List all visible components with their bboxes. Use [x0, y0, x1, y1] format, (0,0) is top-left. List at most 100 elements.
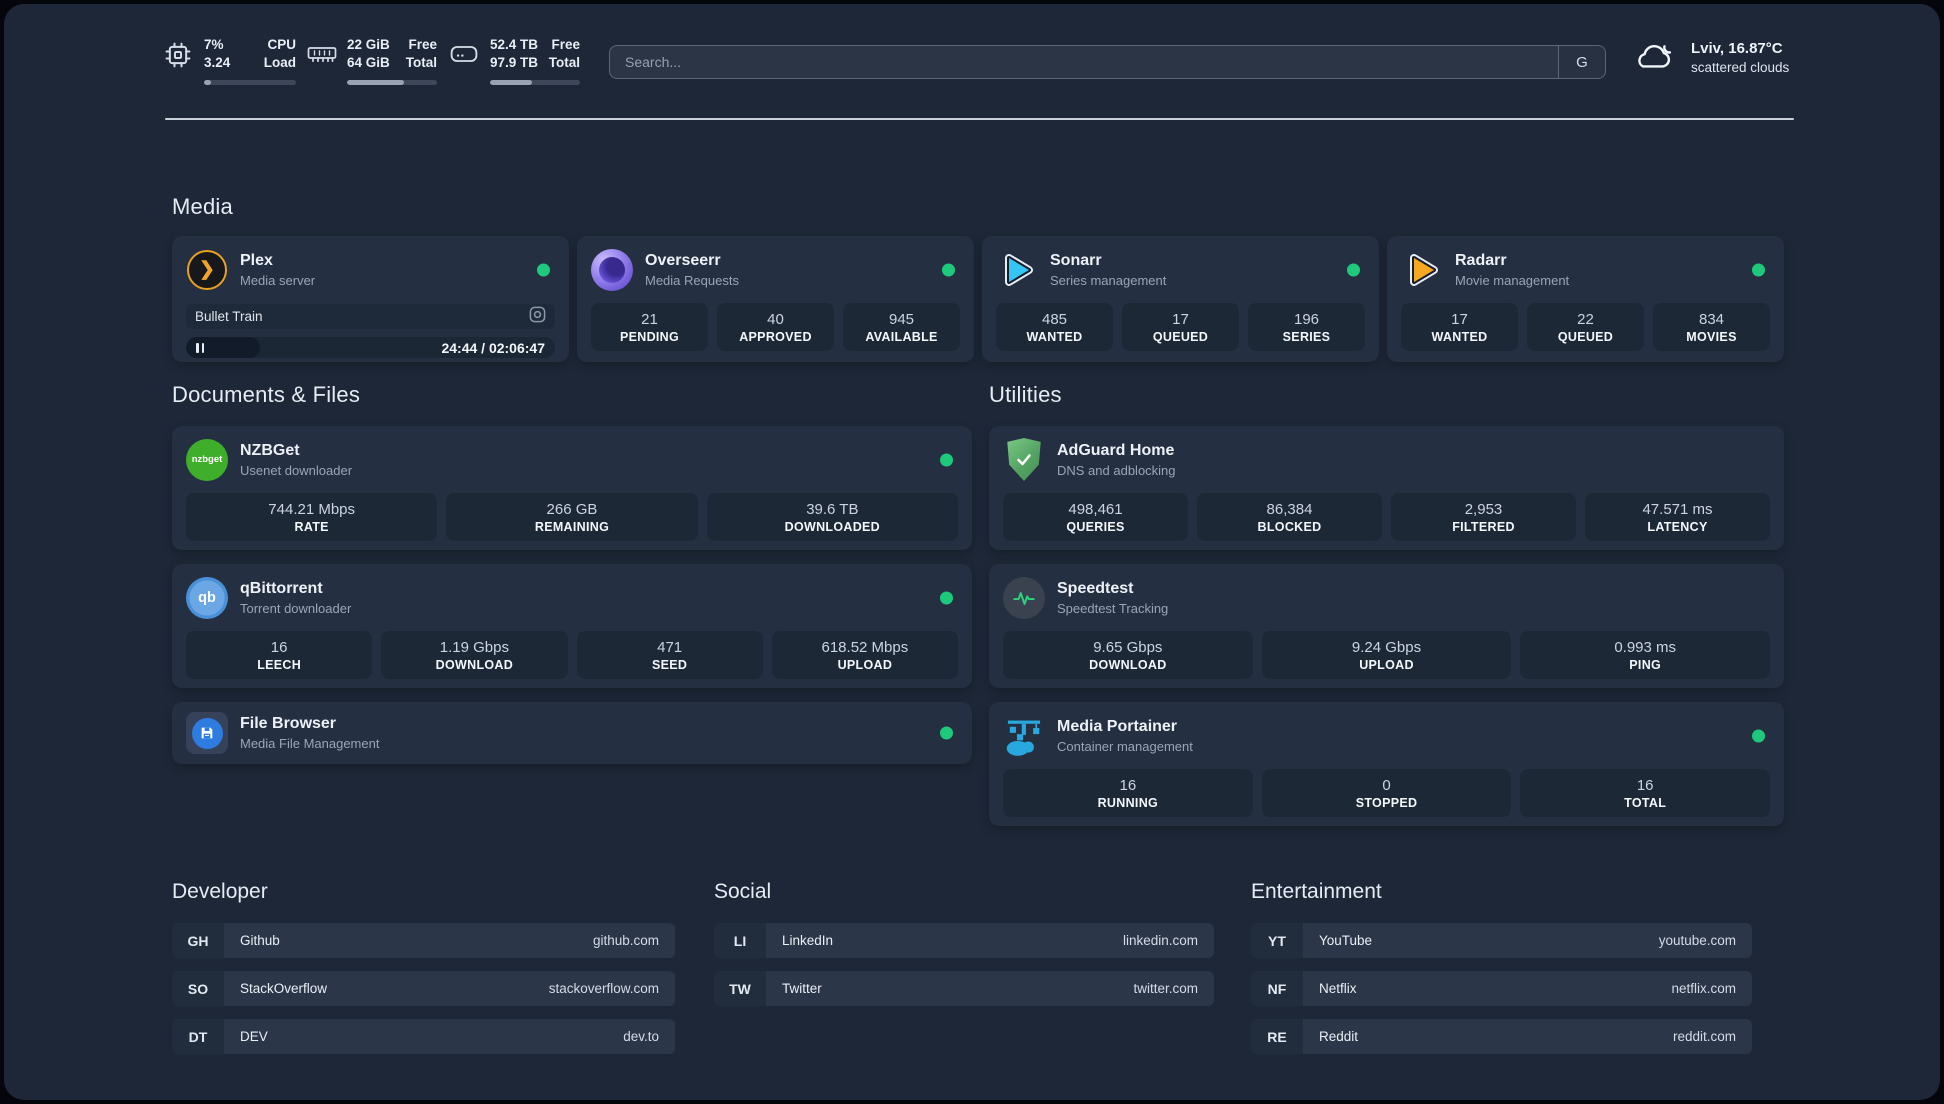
stat-box: 40 APPROVED	[717, 303, 834, 351]
pause-icon[interactable]	[196, 342, 204, 353]
stat-label: UPLOAD	[837, 657, 893, 672]
stat-box: 9.24 Gbps UPLOAD	[1261, 631, 1512, 679]
status-dot	[940, 726, 953, 740]
stat-value: 471	[657, 638, 683, 656]
app-description: Series management	[1050, 272, 1167, 288]
portainer-card[interactable]: Media Portainer Container management 16 …	[989, 702, 1784, 826]
link-stackoverflow[interactable]: SO StackOverflow stackoverflow.com	[172, 971, 675, 1006]
link-dev-to[interactable]: DT DEV dev.to	[172, 1019, 675, 1054]
adguard-icon	[1003, 438, 1045, 481]
link-name: YouTube	[1319, 933, 1373, 948]
stat-value: 498,461	[1068, 500, 1123, 518]
stat-value: 618.52 Mbps	[821, 638, 909, 656]
cpu-usage-widget: 7% 3.24 CPU Load	[164, 34, 296, 85]
stat-label: SEED	[652, 657, 688, 672]
link-reddit[interactable]: RE Reddit reddit.com	[1251, 1019, 1752, 1054]
filebrowser-card[interactable]: File Browser Media File Management	[172, 702, 972, 764]
section-title-social: Social	[714, 880, 772, 903]
entertainment-links-column: Entertainment YT YouTube youtube.com NF …	[1251, 880, 1752, 1067]
link-name: Reddit	[1319, 1029, 1359, 1044]
stat-value: 16	[1119, 776, 1137, 794]
plex-card[interactable]: Plex Media server Bullet Train 24:44 / 0…	[172, 236, 569, 362]
overseerr-card[interactable]: Overseerr Media Requests 21 PENDING 40 A…	[577, 236, 974, 362]
memory-progress-bar	[347, 80, 437, 85]
app-description: Container management	[1057, 738, 1193, 754]
playback-progress-fill	[186, 337, 260, 358]
stat-box: 16 LEECH	[186, 631, 373, 679]
stat-value: 16	[270, 638, 288, 656]
qbittorrent-icon: qb	[186, 576, 228, 619]
stat-box: 2,953 FILTERED	[1391, 493, 1576, 541]
adguard-card[interactable]: AdGuard Home DNS and adblocking 498,461 …	[989, 426, 1784, 550]
search-engine-button[interactable]: G	[1558, 46, 1605, 78]
cloud-icon	[1632, 40, 1676, 77]
section-title-developer: Developer	[172, 880, 268, 903]
link-linkedin[interactable]: LI LinkedIn linkedin.com	[714, 923, 1214, 958]
search-input[interactable]	[610, 54, 1558, 70]
stat-label: UPLOAD	[1359, 657, 1414, 672]
section-title-utilities: Utilities	[989, 382, 1062, 407]
link-name: StackOverflow	[240, 981, 328, 996]
stat-label: WANTED	[1026, 329, 1083, 344]
stat-label: DOWNLOADED	[784, 519, 880, 534]
memory-progress-fill	[347, 80, 404, 85]
link-abbr: YT	[1251, 923, 1303, 958]
stat-box: 945 AVAILABLE	[843, 303, 960, 351]
stat-box: 1.19 Gbps DOWNLOAD	[381, 631, 568, 679]
playback-time: 24:44 / 02:06:47	[441, 339, 545, 356]
app-description: Media File Management	[240, 736, 380, 751]
stat-value: 86,384	[1266, 500, 1313, 518]
link-url: stackoverflow.com	[548, 981, 659, 996]
stat-value: 834	[1698, 310, 1725, 328]
filebrowser-icon	[186, 712, 228, 754]
link-twitter[interactable]: TW Twitter twitter.com	[714, 971, 1214, 1006]
radarr-card[interactable]: Radarr Movie management 17 WANTED 22 QUE…	[1387, 236, 1784, 362]
link-youtube[interactable]: YT YouTube youtube.com	[1251, 923, 1752, 958]
search-bar: G	[609, 45, 1606, 79]
stat-box: 744.21 Mbps RATE	[186, 493, 438, 541]
stat-box: 618.52 Mbps UPLOAD	[771, 631, 958, 679]
link-url: linkedin.com	[1122, 933, 1198, 948]
radarr-icon	[1401, 249, 1443, 291]
memory-labels: Free Total	[405, 37, 437, 70]
now-playing-row: Bullet Train	[186, 304, 555, 329]
stat-label: PING	[1629, 657, 1662, 672]
stat-label: AVAILABLE	[865, 329, 938, 344]
nzbget-icon: nzbget	[186, 438, 228, 481]
link-netflix[interactable]: NF Netflix netflix.com	[1251, 971, 1752, 1006]
stat-label: APPROVED	[739, 329, 812, 344]
stat-value: 39.6 TB	[806, 500, 859, 518]
app-name: NZBGet	[240, 441, 300, 459]
stat-box: 0.993 ms PING	[1520, 631, 1771, 679]
dashboard-page: 7% 3.24 CPU Load 22 GiB 64 GiB Free Total	[4, 4, 1940, 1100]
speedtest-card[interactable]: Speedtest Speedtest Tracking 9.65 Gbps D…	[989, 564, 1784, 688]
stat-box: 17 WANTED	[1401, 303, 1518, 351]
sonarr-card[interactable]: Sonarr Series management 485 WANTED 17 Q…	[982, 236, 1379, 362]
link-abbr: NF	[1251, 971, 1303, 1006]
section-title-entertainment: Entertainment	[1251, 880, 1382, 903]
link-abbr: LI	[714, 923, 766, 958]
stat-label: PENDING	[619, 329, 680, 344]
link-abbr: TW	[714, 971, 766, 1006]
status-dot	[940, 453, 953, 466]
app-name: Media Portainer	[1057, 717, 1178, 735]
stat-label: MOVIES	[1686, 329, 1737, 344]
app-name: Plex	[240, 251, 273, 269]
app-description: Torrent downloader	[240, 600, 352, 616]
sonarr-icon	[996, 249, 1038, 291]
link-github[interactable]: GH Github github.com	[172, 923, 675, 958]
status-dot	[1347, 263, 1360, 276]
stat-box: 498,461 QUERIES	[1003, 493, 1188, 541]
qbittorrent-card[interactable]: qb qBittorrent Torrent downloader 16 LEE…	[172, 564, 972, 688]
stat-label: RATE	[294, 519, 329, 534]
developer-links-column: Developer GH Github github.com SO StackO…	[172, 880, 675, 1067]
stat-label: STOPPED	[1355, 795, 1418, 810]
portainer-icon	[1003, 715, 1045, 757]
stat-value: 17	[1172, 310, 1189, 328]
app-description: Media server	[240, 272, 316, 288]
stat-box: 17 QUEUED	[1122, 303, 1239, 351]
nzbget-card[interactable]: nzbget NZBGet Usenet downloader 744.21 M…	[172, 426, 972, 550]
stat-label: LEECH	[257, 657, 302, 672]
social-links-column: Social LI LinkedIn linkedin.com TW Twitt…	[714, 880, 1214, 1019]
storage-icon	[450, 41, 478, 72]
